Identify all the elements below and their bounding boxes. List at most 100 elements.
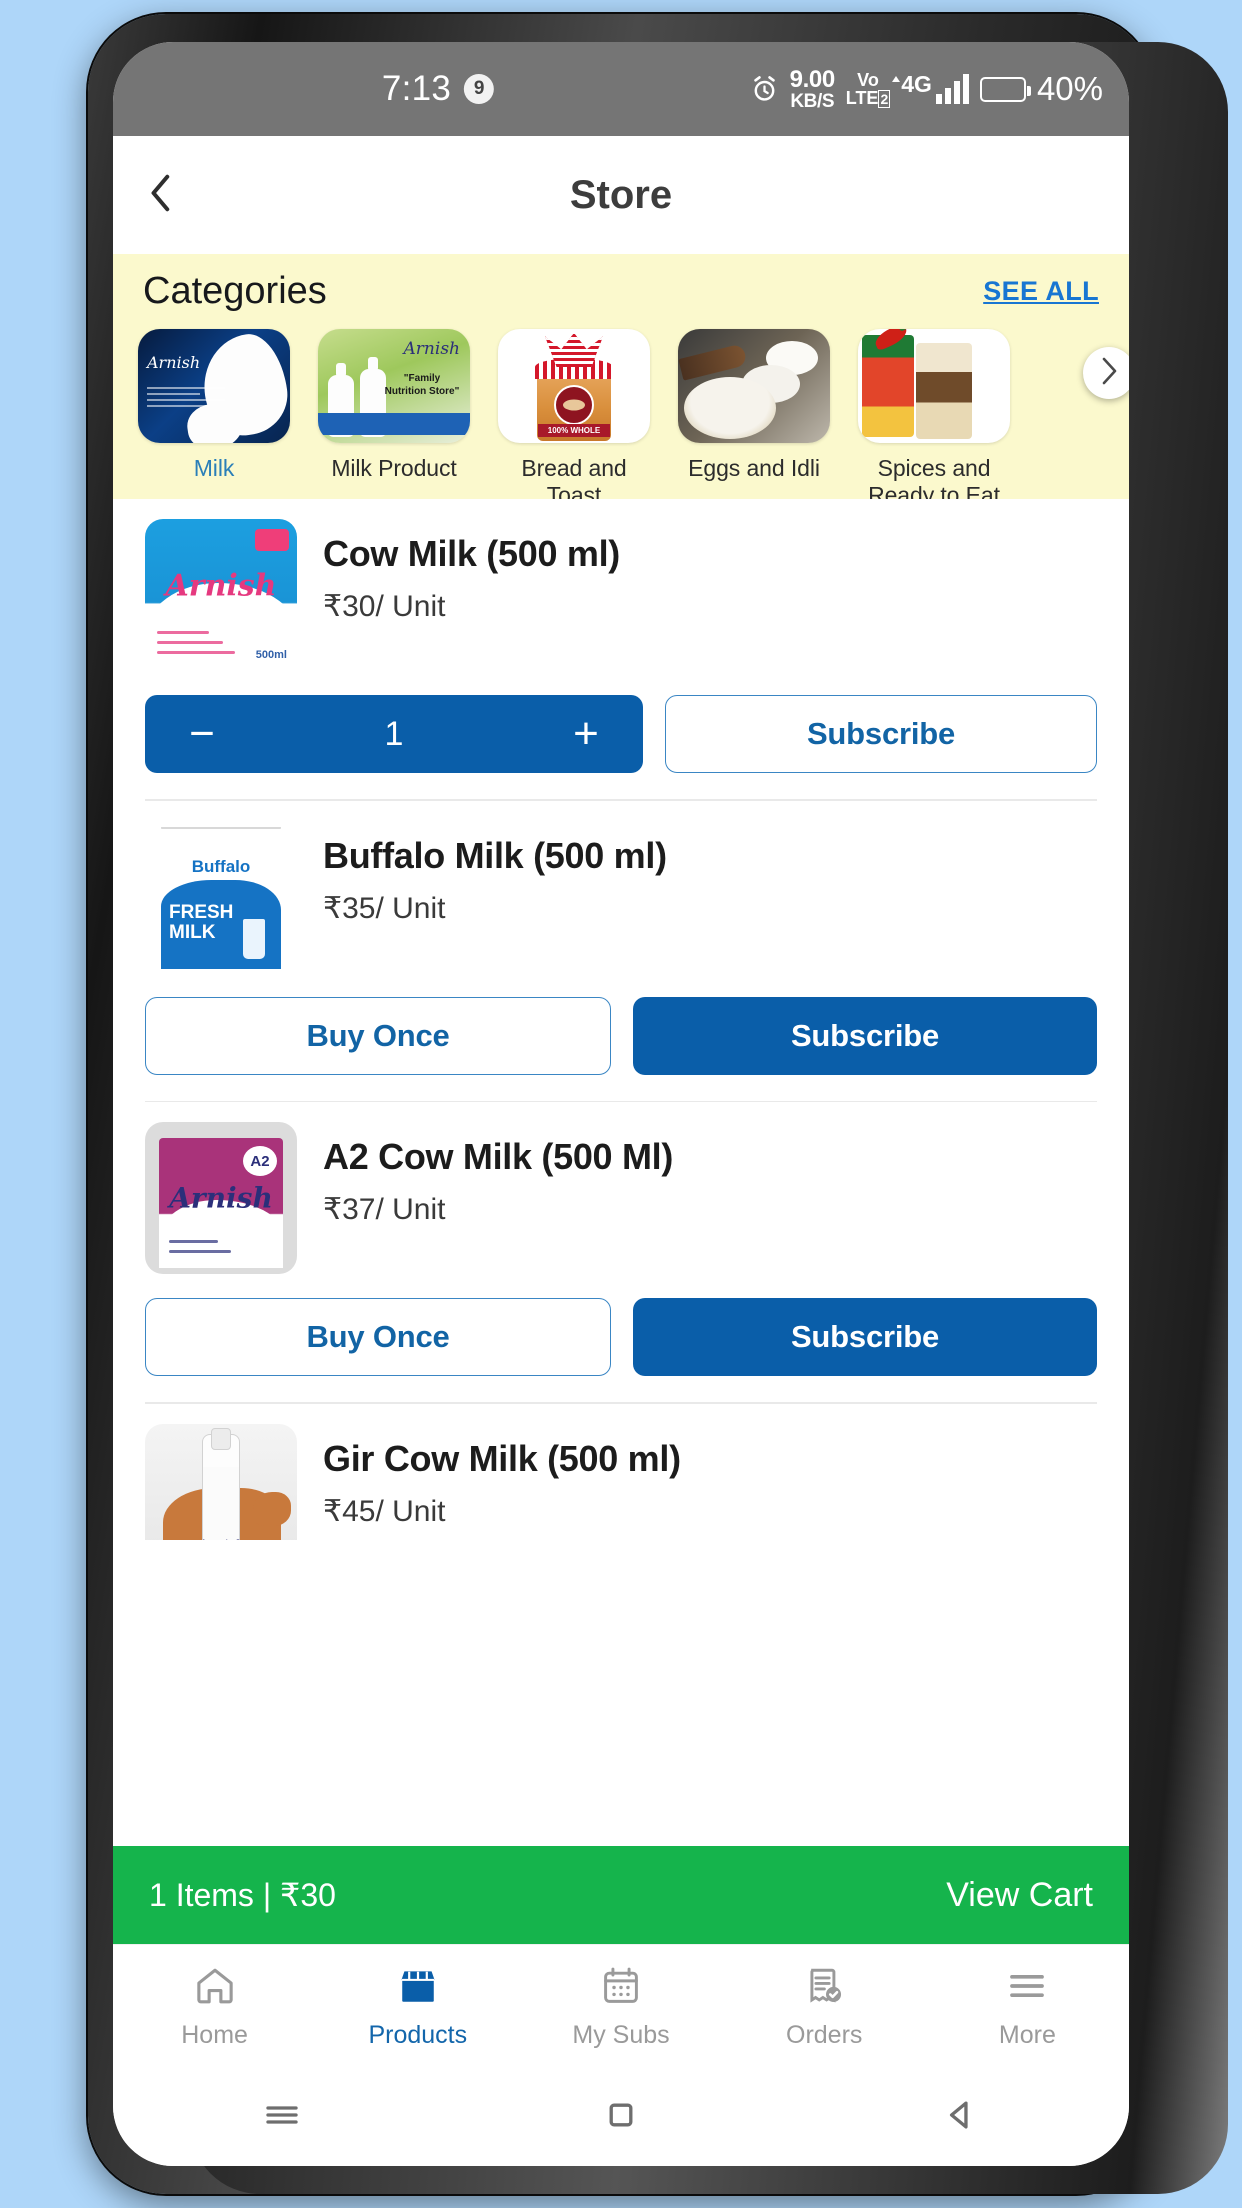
product-item-gir-cow-milk: Arnish Gir Cow Milk (500 ml) ₹45/ Unit <box>113 1404 1129 1540</box>
quantity-increment-button[interactable]: + <box>563 712 609 756</box>
product-image-gir-cow-milk: Arnish <box>145 1423 297 1540</box>
product-row[interactable]: Buffalo FRESH MILK Buffalo Milk (500 ml) … <box>145 801 1097 973</box>
nav-item-home[interactable]: Home <box>113 1963 316 2050</box>
category-scroll-next-button[interactable] <box>1083 347 1129 399</box>
product-action-row: Buy Once Subscribe <box>145 1274 1097 1402</box>
product-price: ₹35/ Unit <box>323 891 446 925</box>
product-list[interactable]: Arnish 500ml Cow Milk (500 ml) ₹30/ Unit… <box>113 499 1129 1540</box>
nav-label: Orders <box>786 2021 863 2049</box>
category-label: Milk Product <box>331 455 457 481</box>
home-button[interactable] <box>561 2087 681 2147</box>
product-info: Buffalo Milk (500 ml) ₹35/ Unit <box>323 821 667 926</box>
buy-once-button[interactable]: Buy Once <box>145 996 611 1075</box>
volte-indicator: Vo LTE 2 <box>845 70 891 108</box>
category-thumb-spices <box>858 329 1010 443</box>
quantity-decrement-button[interactable]: − <box>179 712 225 756</box>
category-thumb-milk: Arnish <box>138 329 290 443</box>
alarm-clock-icon <box>750 75 779 104</box>
phone-screen: 7:13 9 9.00 KB/S Vo LTE 2 4G 40% Store C… <box>113 42 1129 2166</box>
product-info: Cow Milk (500 ml) ₹30/ Unit <box>323 519 620 624</box>
categories-heading: Categories <box>143 270 327 312</box>
nav-item-my-subs[interactable]: My Subs <box>519 1963 722 2050</box>
product-info: A2 Cow Milk (500 Ml) ₹37/ Unit <box>323 1122 673 1227</box>
network-speed-value: 9.00 <box>789 65 836 93</box>
status-time: 7:13 <box>381 69 452 108</box>
product-image-cow-milk: Arnish 500ml <box>145 519 297 671</box>
product-image-a2-cow-milk: Arnish A2 <box>145 1122 297 1274</box>
nav-label: My Subs <box>572 2021 670 2049</box>
product-item-cow-milk: Arnish 500ml Cow Milk (500 ml) ₹30/ Unit… <box>113 499 1129 799</box>
back-button-system[interactable] <box>900 2087 1020 2147</box>
volte-sim-number: 2 <box>878 90 891 108</box>
signal-strength-indicator: 4G <box>892 71 969 104</box>
network-type-label: 4G <box>892 71 932 97</box>
nav-item-more[interactable]: More <box>926 1963 1129 2050</box>
back-triangle-icon <box>939 2094 981 2141</box>
network-speed-unit: KB/S <box>790 90 835 112</box>
category-label: Milk <box>193 455 235 481</box>
bottom-navigation: Home Products My Subs Orders More <box>113 1944 1129 2068</box>
product-price: ₹45/ Unit <box>323 1494 446 1528</box>
recents-button[interactable] <box>222 2087 342 2147</box>
chevron-right-icon <box>1099 356 1119 391</box>
categories-section: Categories SEE ALL Arnish Milk Arnish "F… <box>113 254 1129 499</box>
product-name: Gir Cow Milk (500 ml) <box>323 1437 681 1479</box>
product-row[interactable]: Arnish A2 A2 Cow Milk (500 Ml) ₹37/ Unit <box>145 1102 1097 1274</box>
product-name: Cow Milk (500 ml) <box>323 533 620 574</box>
product-row[interactable]: Arnish Gir Cow Milk (500 ml) ₹45/ Unit <box>145 1404 1097 1540</box>
nav-label: More <box>998 2021 1056 2049</box>
volte-top-label: Vo <box>857 70 879 90</box>
back-button[interactable] <box>113 136 209 254</box>
quantity-stepper[interactable]: − 1 + <box>145 695 643 773</box>
buy-once-button[interactable]: Buy Once <box>145 1298 611 1376</box>
nav-item-products[interactable]: Products <box>316 1963 519 2050</box>
category-thumb-bread: 100% WHOLE <box>498 329 650 443</box>
nav-label: Home <box>181 2021 248 2049</box>
product-price: ₹30/ Unit <box>323 590 446 623</box>
product-name: A2 Cow Milk (500 Ml) <box>323 1136 674 1177</box>
signal-bars-icon <box>935 74 969 104</box>
store-icon <box>396 1963 440 2009</box>
nav-label: Products <box>368 2021 468 2049</box>
product-image-buffalo-milk: Buffalo FRESH MILK <box>145 820 297 973</box>
product-row[interactable]: Arnish 500ml Cow Milk (500 ml) ₹30/ Unit <box>145 499 1097 671</box>
category-strip[interactable]: Arnish Milk Arnish "Family Nutrition Stor… <box>113 313 1129 499</box>
category-item-milk-product[interactable]: Arnish "Family Nutrition Store" Milk Prod… <box>318 329 470 499</box>
page-title: Store <box>569 172 673 217</box>
network-speed-indicator: 9.00 KB/S <box>789 65 836 112</box>
product-item-buffalo-milk: Buffalo FRESH MILK Buffalo Milk (500 ml) … <box>113 801 1129 1101</box>
chevron-left-icon <box>146 171 176 220</box>
subscribe-button[interactable]: Subscribe <box>633 1298 1097 1376</box>
view-cart-button[interactable]: View Cart <box>946 1876 1093 1915</box>
nav-item-orders[interactable]: Orders <box>723 1963 926 2050</box>
categories-header: Categories SEE ALL <box>113 254 1129 313</box>
hamburger-menu-icon <box>1005 1963 1049 2009</box>
status-bar: 7:13 9 9.00 KB/S Vo LTE 2 4G 40% <box>113 42 1129 136</box>
category-label: Spices and Ready to Eat <box>868 455 1000 499</box>
product-price: ₹37/ Unit <box>323 1193 446 1226</box>
cart-bar[interactable]: 1 Items | ₹30 View Cart <box>113 1846 1129 1944</box>
product-item-a2-cow-milk: Arnish A2 A2 Cow Milk (500 Ml) ₹37/ Unit… <box>113 1102 1129 1402</box>
volte-bottom-label: LTE <box>845 88 879 108</box>
product-info: Gir Cow Milk (500 ml) ₹45/ Unit <box>323 1424 681 1529</box>
status-bar-left: 7:13 9 <box>381 69 495 109</box>
battery-percent-label: 40% <box>1036 70 1103 107</box>
category-item-eggs-and-idli[interactable]: Eggs and Idli <box>678 329 830 499</box>
status-bar-right: 9.00 KB/S Vo LTE 2 4G 40% <box>750 65 1103 112</box>
subscribe-button[interactable]: Subscribe <box>665 695 1097 773</box>
subscribe-button[interactable]: Subscribe <box>633 996 1097 1075</box>
category-item-spices-and-ready-to-eat[interactable]: Spices and Ready to Eat <box>858 329 1010 499</box>
product-action-row: Buy Once Subscribe <box>145 973 1097 1101</box>
product-name: Buffalo Milk (500 ml) <box>323 834 667 876</box>
receipt-check-icon <box>802 1963 846 2009</box>
app-bar: Store <box>113 136 1129 254</box>
see-all-link[interactable]: SEE ALL <box>983 276 1099 307</box>
category-thumb-idli <box>678 329 830 443</box>
category-label: Eggs and Idli <box>688 455 820 481</box>
category-item-bread-and-toast[interactable]: 100% WHOLE Bread and Toast <box>498 329 650 499</box>
cart-summary-label: 1 Items | ₹30 <box>149 1877 336 1913</box>
category-label: Bread and Toast <box>521 455 627 499</box>
calendar-icon <box>599 1963 643 2009</box>
home-square-icon <box>600 2094 642 2141</box>
category-item-milk[interactable]: Arnish Milk <box>138 329 290 499</box>
